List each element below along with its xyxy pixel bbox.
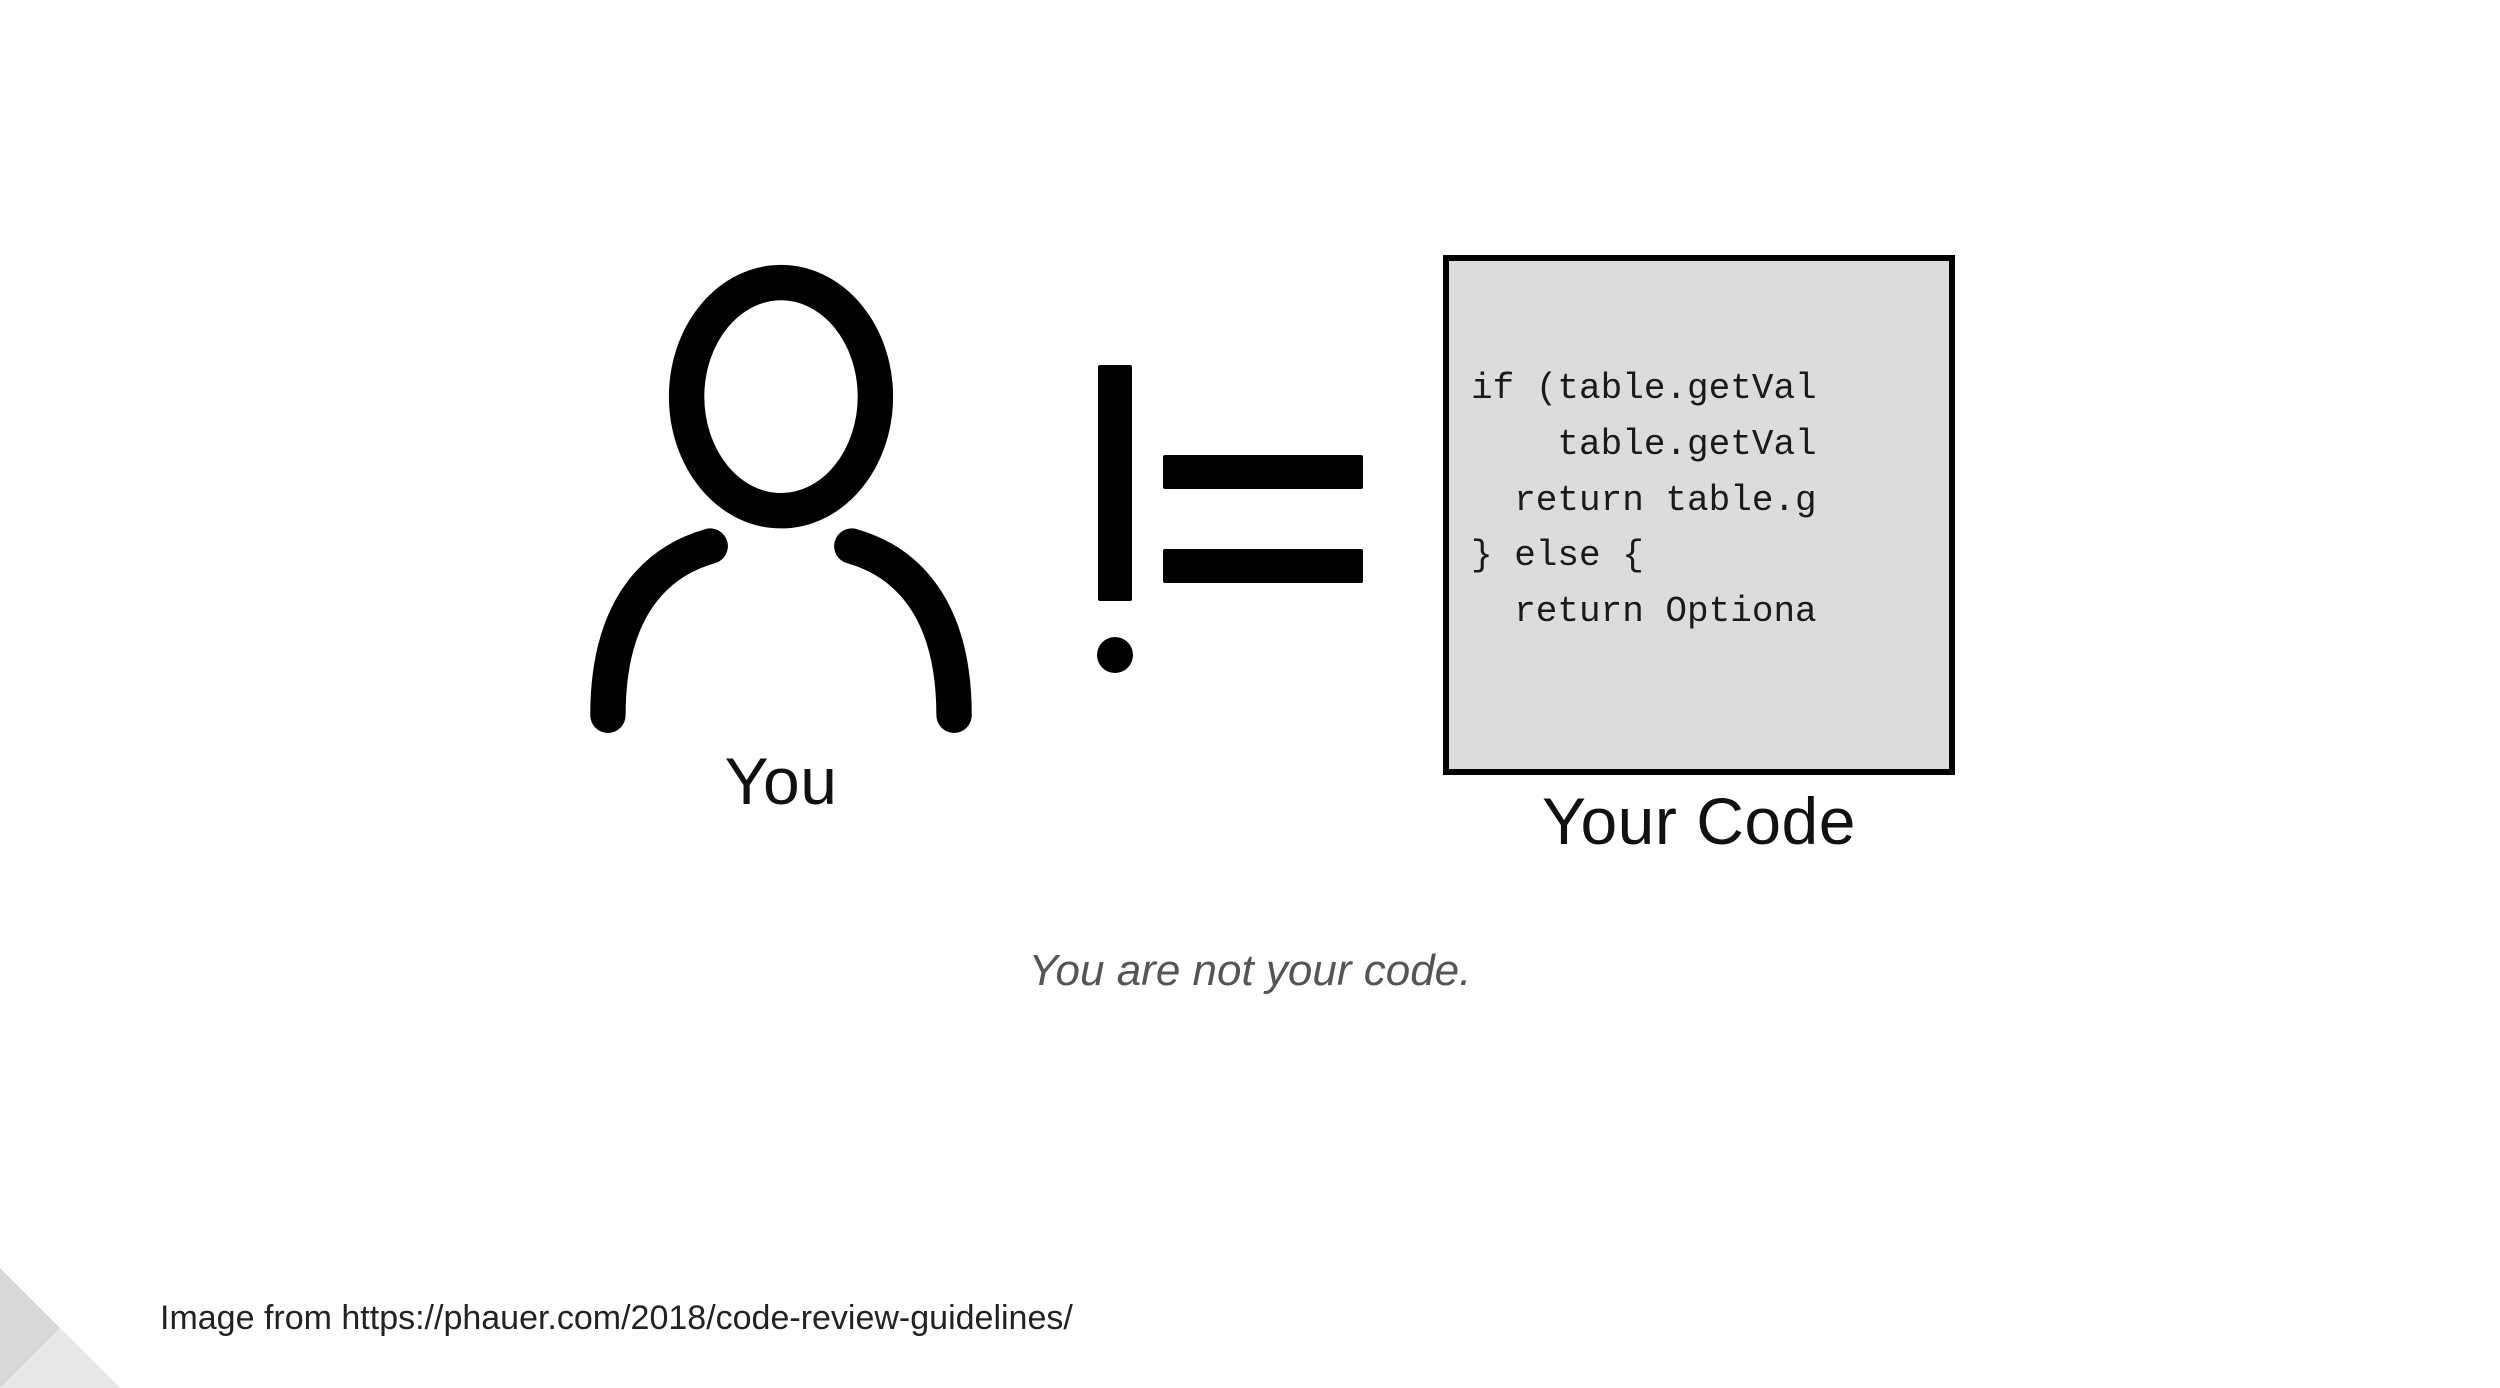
equals-icon <box>1163 455 1363 583</box>
code-snippet-box: if (table.getVal table.getVal return tab… <box>1443 255 1955 775</box>
not-equal-operator <box>1097 365 1363 673</box>
comparison-figure: You if (table.getVal table.getVal return… <box>0 255 2500 859</box>
you-column: You <box>545 255 1017 819</box>
image-attribution: Image from https://phauer.com/2018/code-… <box>160 1299 1073 1338</box>
code-label: Your Code <box>1542 783 1856 859</box>
figure-caption: You are not your code. <box>0 946 2500 996</box>
slide: You if (table.getVal table.getVal return… <box>0 0 2500 1388</box>
code-column: if (table.getVal table.getVal return tab… <box>1443 255 1955 859</box>
person-icon <box>545 255 1017 735</box>
page-corner-icon <box>0 1268 120 1388</box>
you-label: You <box>725 743 838 819</box>
exclamation-icon <box>1097 365 1133 673</box>
